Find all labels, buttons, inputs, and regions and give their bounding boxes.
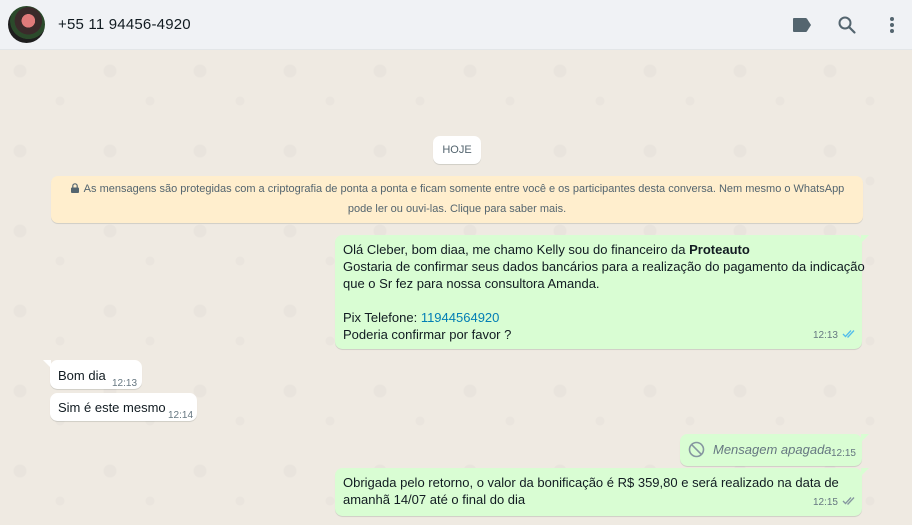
pix-label: Pix Telefone: [343, 310, 421, 325]
search-icon[interactable] [835, 13, 859, 37]
message-line: Gostaria de confirmar seus dados bancári… [343, 259, 865, 274]
deleted-text: Mensagem apagada [713, 442, 832, 457]
message-time: 12:14 [168, 410, 194, 421]
contact-avatar[interactable] [8, 6, 45, 43]
message-text: Obrigada pelo retorno, o valor da bonifi… [343, 474, 839, 508]
message-bubble-incoming[interactable]: Bom dia 12:13 [43, 360, 142, 389]
message-line: que o Sr fez para nossa consultora Amand… [343, 276, 600, 291]
chat-header: +55 11 94456-4920 [0, 0, 912, 50]
message-text: Sim é este mesmo [58, 400, 166, 415]
encryption-line-2: pode ler ou ouvi-las. Clique para saber … [347, 203, 567, 215]
message-line: amanhã 14/07 até o final do dia [343, 492, 526, 507]
label-icon[interactable] [790, 13, 814, 37]
message-time: 12:13 [112, 378, 138, 389]
encryption-notice[interactable]: As mensagens são protegidas com a cripto… [51, 176, 863, 223]
message-bubble-outgoing[interactable]: Olá Cleber, bom diaa, me chamo Kelly sou… [335, 235, 869, 349]
message-text: Bom dia [58, 368, 106, 383]
message-time: 12:15 [812, 497, 838, 508]
menu-icon[interactable] [880, 13, 904, 37]
message-line: Pix Telefone: 11944564920 [343, 309, 865, 326]
date-divider: HOJE [433, 136, 481, 164]
message-bubble-outgoing[interactable]: Obrigada pelo retorno, o valor da bonifi… [335, 468, 869, 516]
bubble-tail [861, 434, 869, 442]
message-bubble-deleted[interactable]: Mensagem apagada 12:15 [680, 434, 869, 466]
encryption-line-1: As mensagens são protegidas com a cripto… [65, 179, 849, 199]
message-time: 12:15 [830, 448, 856, 459]
read-ticks-icon [842, 494, 856, 511]
chat-area[interactable]: HOJE As mensagens são protegidas com a c… [0, 51, 912, 525]
message-bubble-incoming[interactable]: Sim é este mesmo 12:14 [50, 393, 197, 421]
message-line: Olá Cleber, bom diaa, me chamo Kelly sou… [343, 241, 865, 258]
read-ticks-icon [842, 327, 856, 344]
message-time: 12:13 [812, 330, 838, 341]
contact-name[interactable]: +55 11 94456-4920 [58, 16, 191, 33]
message-line: Obrigada pelo retorno, o valor da bonifi… [343, 475, 839, 490]
message-meta: 12:15 [813, 494, 856, 511]
message-segment: Olá Cleber, bom diaa, me chamo Kelly sou… [343, 242, 690, 257]
message-line: Poderia confirmar por favor ? [343, 327, 512, 342]
message-text: Olá Cleber, bom diaa, me chamo Kelly sou… [343, 241, 865, 343]
encryption-text-1: As mensagens são protegidas com a cripto… [83, 183, 845, 195]
lock-icon [70, 183, 79, 193]
message-meta: 12:13 [813, 327, 856, 344]
company-name: Proteauto [689, 242, 750, 257]
bubble-tail [43, 360, 51, 368]
blocked-icon [688, 441, 705, 458]
deleted-message: Mensagem apagada [688, 441, 832, 458]
phone-link[interactable]: 11944564920 [421, 310, 500, 325]
bubble-tail [861, 468, 869, 476]
